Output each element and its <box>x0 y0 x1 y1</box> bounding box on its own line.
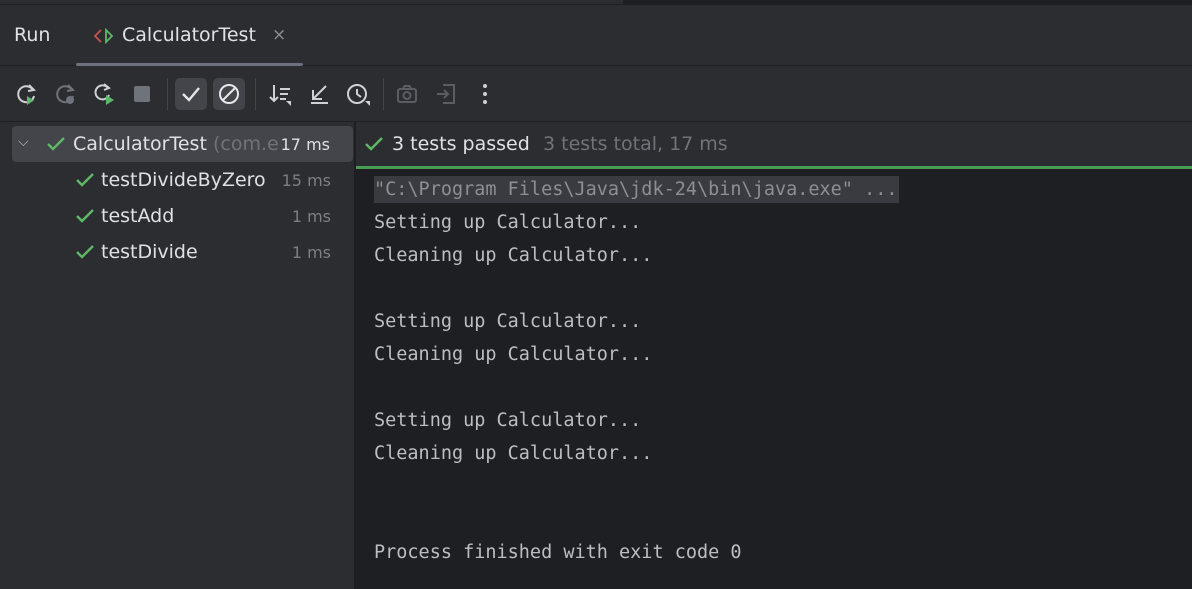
test-time: 1 ms <box>291 243 331 262</box>
passed-check-icon <box>47 137 65 151</box>
rerun-icon <box>17 84 37 105</box>
tree-item-testdivide[interactable]: testDivide 1 ms <box>0 234 354 270</box>
chevron-down-icon[interactable]: ⌵ <box>18 134 29 150</box>
export-icon <box>437 84 455 104</box>
console-line: Setting up Calculator... <box>374 311 642 332</box>
rerun-failed-button[interactable] <box>49 78 81 110</box>
toolbar-separator <box>255 78 256 110</box>
screenshot-button[interactable] <box>391 78 423 110</box>
export-button[interactable] <box>430 78 462 110</box>
toolbar-separator <box>383 78 384 110</box>
show-passed-icon <box>182 87 200 102</box>
exit-code-line: Process finished with exit code 0 <box>374 542 742 563</box>
tab-calculatortest[interactable]: CalculatorTest × <box>76 5 303 66</box>
run-tool-window-header: Run CalculatorTest × <box>0 5 1192 66</box>
test-name: testDivideByZero <box>101 169 266 191</box>
more-button[interactable] <box>469 78 501 110</box>
passed-check-icon <box>76 173 94 187</box>
console-line: Cleaning up Calculator... <box>374 344 653 365</box>
console-line: Cleaning up Calculator... <box>374 443 653 464</box>
test-time: 1 ms <box>291 207 331 226</box>
console-line: Setting up Calculator... <box>374 410 642 431</box>
tree-root-name: CalculatorTest <box>73 133 207 155</box>
tab-label: CalculatorTest <box>122 24 256 46</box>
test-status-bar: 3 tests passed 3 tests total, 17 ms <box>356 122 1192 166</box>
passed-check-icon <box>365 137 383 151</box>
test-class-icon <box>93 28 114 44</box>
screenshot-icon <box>397 85 417 103</box>
show-ignored-icon <box>219 84 239 104</box>
test-name: testAdd <box>101 205 175 227</box>
console-line: "C:\Program Files\Java\jdk-24\bin\java.e… <box>374 176 1184 209</box>
sort-icon <box>269 85 291 106</box>
test-name: testDivide <box>101 241 198 263</box>
passed-check-icon <box>76 245 94 259</box>
history-icon <box>347 84 370 106</box>
test-progress-bar <box>356 166 1192 169</box>
toggle-auto-test-button[interactable] <box>88 78 120 110</box>
show-passed-toggle[interactable] <box>175 78 207 110</box>
console-line: Setting up Calculator... <box>374 212 642 233</box>
stop-icon <box>134 86 150 102</box>
run-toolbar <box>0 66 1192 121</box>
tree-root-time: 17 ms <box>280 135 330 154</box>
stop-button[interactable] <box>126 78 158 110</box>
console-panel: 3 tests passed 3 tests total, 17 ms "C:\… <box>356 122 1192 589</box>
command-line[interactable]: "C:\Program Files\Java\jdk-24\bin\java.e… <box>374 176 900 203</box>
more-icon <box>483 84 487 104</box>
console-line: Cleaning up Calculator... <box>374 245 653 266</box>
test-tree-panel: ⌵ CalculatorTest (com.e: 17 ms testDivid… <box>0 122 354 589</box>
sort-button[interactable] <box>264 78 296 110</box>
console-output[interactable]: "C:\Program Files\Java\jdk-24\bin\java.e… <box>374 176 1184 572</box>
run-title: Run <box>14 24 51 46</box>
tree-item-testdividebyzero[interactable]: testDivideByZero 15 ms <box>0 162 354 198</box>
test-time: 15 ms <box>281 171 331 190</box>
rerun-button[interactable] <box>10 78 42 110</box>
tests-total-label: 3 tests total, 17 ms <box>543 133 728 155</box>
tree-root-row[interactable]: ⌵ CalculatorTest (com.e: 17 ms <box>12 126 353 162</box>
rerun-failed-icon <box>56 84 76 104</box>
history-button[interactable] <box>342 78 374 110</box>
collapse-button[interactable] <box>303 78 335 110</box>
toggle-auto-test-icon <box>94 83 114 105</box>
tree-item-testadd[interactable]: testAdd 1 ms <box>0 198 354 234</box>
tree-root-package: (com.e: <box>213 133 279 155</box>
show-ignored-toggle[interactable] <box>213 78 245 110</box>
close-icon[interactable]: × <box>272 25 286 45</box>
passed-check-icon <box>76 209 94 223</box>
collapse-icon <box>311 85 328 104</box>
tests-passed-label: 3 tests passed <box>392 133 530 155</box>
toolbar-separator <box>167 78 168 110</box>
